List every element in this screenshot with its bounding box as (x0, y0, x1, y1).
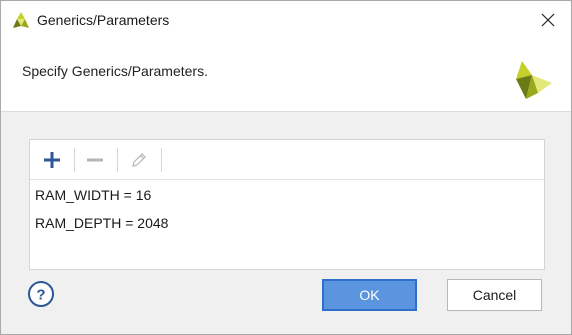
plus-icon (44, 152, 60, 168)
dialog-window: Generics/Parameters Specify Generics/Par… (0, 0, 572, 335)
close-button[interactable] (525, 1, 571, 39)
help-button[interactable]: ? (27, 280, 55, 308)
app-logo-icon (13, 12, 29, 28)
close-icon[interactable] (541, 13, 555, 27)
instruction-text: Specify Generics/Parameters. (22, 63, 208, 79)
toolbar-separator (74, 148, 75, 172)
add-parameter-button[interactable] (38, 148, 66, 172)
svg-text:?: ? (36, 287, 45, 304)
parameters-toolbar (30, 140, 544, 180)
list-item[interactable]: RAM_DEPTH = 2048 (30, 209, 544, 237)
help-icon: ? (28, 281, 54, 307)
vendor-logo-icon (516, 61, 552, 99)
title-bar[interactable]: Generics/Parameters (1, 1, 571, 39)
remove-parameter-button[interactable] (81, 148, 109, 172)
toolbar-separator (117, 148, 118, 172)
toolbar-separator (161, 148, 162, 172)
parameter-list: RAM_WIDTH = 16 RAM_DEPTH = 2048 (30, 181, 544, 237)
minus-icon (87, 158, 103, 162)
dialog-header: Specify Generics/Parameters. (1, 39, 571, 112)
ok-button[interactable]: OK (322, 279, 417, 311)
pencil-icon (132, 153, 146, 167)
list-item[interactable]: RAM_WIDTH = 16 (30, 181, 544, 209)
parameters-panel: RAM_WIDTH = 16 RAM_DEPTH = 2048 (29, 139, 545, 270)
window-title: Generics/Parameters (37, 12, 170, 28)
edit-parameter-button[interactable] (125, 148, 153, 172)
cancel-button[interactable]: Cancel (447, 279, 542, 311)
